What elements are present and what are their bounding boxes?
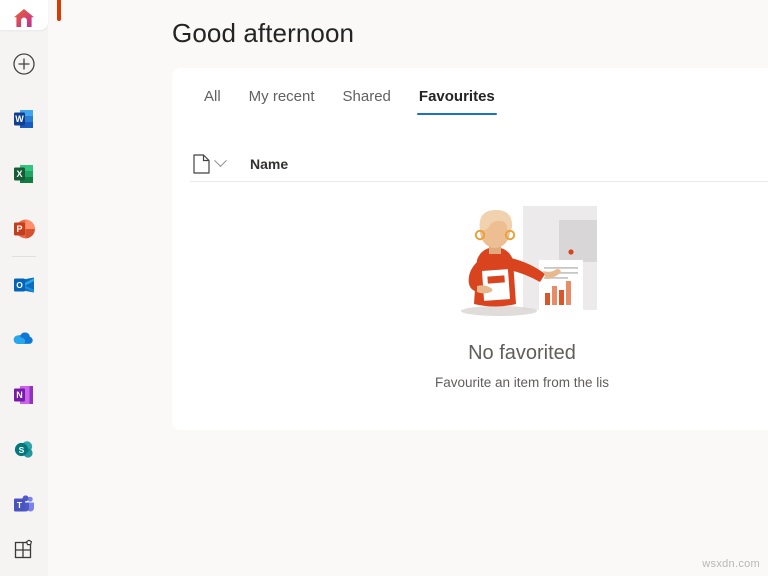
tab-my-recent-label: My recent (249, 88, 315, 105)
watermark: wsxdn.com (702, 558, 760, 570)
sidebar-item-home[interactable] (0, 0, 48, 42)
empty-state-title: No favorited (172, 342, 768, 365)
sidebar-item-sharepoint[interactable]: S (0, 426, 48, 474)
tab-my-recent[interactable]: My recent (235, 88, 329, 115)
sidebar-item-word[interactable]: W (0, 95, 48, 143)
active-tab-underline (417, 113, 497, 115)
sidebar-item-outlook[interactable]: O (0, 261, 48, 309)
tab-all[interactable]: All (190, 88, 235, 115)
table-header-row: Name Modified (190, 146, 768, 182)
empty-state: No favorited Favourite an item from the … (172, 198, 768, 390)
apps-grid-icon (12, 538, 36, 562)
plus-circle-icon (12, 52, 36, 76)
sidebar-item-excel[interactable]: X (0, 150, 48, 198)
rail-divider (12, 256, 36, 257)
column-header-name[interactable]: Name (250, 156, 288, 172)
sidebar-item-onedrive[interactable] (0, 316, 48, 364)
svg-text:T: T (17, 500, 23, 510)
tab-shared-label: Shared (343, 88, 391, 105)
powerpoint-icon: P (12, 217, 36, 241)
chevron-down-icon[interactable] (214, 154, 227, 167)
word-icon: W (12, 107, 36, 131)
page-title: Good afternoon (172, 18, 354, 49)
tab-favourites[interactable]: Favourites (405, 88, 509, 115)
empty-state-subtitle: Favourite an item from the lis (172, 375, 768, 390)
person-presenting-chart-illustration (447, 198, 597, 328)
outlook-icon: O (12, 273, 36, 297)
svg-text:S: S (19, 445, 25, 455)
column-header-type[interactable] (190, 154, 250, 174)
sidebar-item-apps[interactable] (0, 526, 48, 574)
document-icon (193, 154, 210, 174)
sidebar-item-create[interactable] (0, 40, 48, 88)
orange-accent-bar (57, 0, 61, 21)
sidebar-item-powerpoint[interactable]: P (0, 205, 48, 253)
svg-text:P: P (16, 224, 22, 234)
sidebar-item-teams[interactable]: T (0, 481, 48, 529)
tab-shared[interactable]: Shared (329, 88, 405, 115)
teams-icon: T (12, 493, 36, 517)
sharepoint-icon: S (12, 438, 36, 462)
svg-text:W: W (15, 114, 24, 124)
home-icon (11, 5, 37, 31)
app-rail: W X P (0, 0, 48, 576)
excel-icon: X (12, 162, 36, 186)
main-content: Good afternoon All My recent Shared Favo… (48, 0, 768, 576)
onenote-icon: N (12, 383, 36, 407)
tab-all-label: All (204, 88, 221, 105)
svg-text:N: N (16, 390, 23, 400)
tab-strip: All My recent Shared Favourites (190, 88, 509, 124)
sidebar-item-onenote[interactable]: N (0, 371, 48, 419)
files-card: All My recent Shared Favourites (172, 68, 768, 430)
tab-favourites-label: Favourites (419, 88, 495, 105)
onedrive-icon (11, 327, 37, 353)
svg-text:O: O (16, 280, 23, 290)
svg-text:X: X (16, 169, 22, 179)
